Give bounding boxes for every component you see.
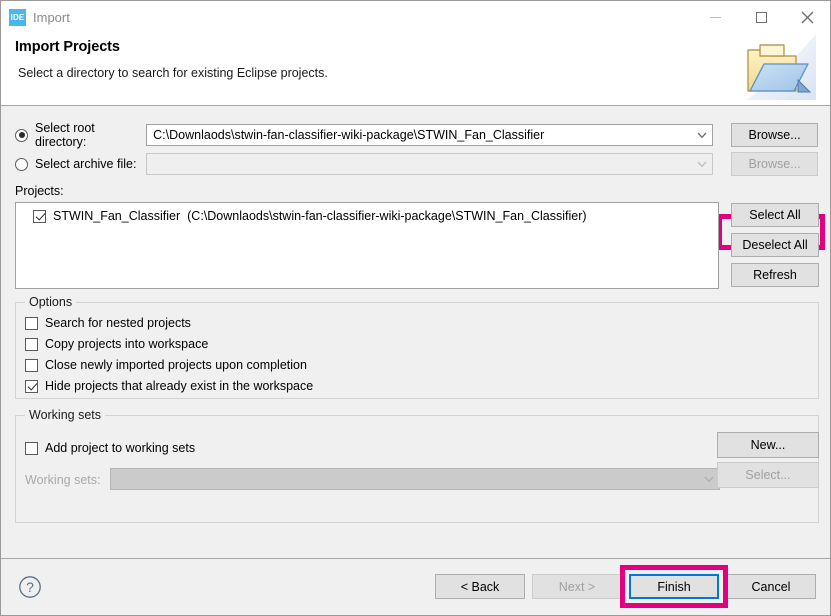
import-folder-icon <box>746 34 816 100</box>
dialog-body: Select root directory: C:\Downlaods\stwi… <box>1 106 830 558</box>
browse-button-archive: Browse... <box>731 152 819 176</box>
finish-button-wrapper: Finish <box>620 565 728 608</box>
chevron-down-icon-working-sets <box>699 476 719 483</box>
option-copy-workspace-label: Copy projects into workspace <box>45 337 209 351</box>
option-copy-workspace[interactable]: Copy projects into workspace <box>25 337 208 351</box>
import-projects-dialog: IDE Import Import Projects Select a dire… <box>0 0 831 616</box>
add-project-checkbox[interactable] <box>25 441 38 455</box>
chevron-down-icon <box>692 132 712 139</box>
close-icon <box>801 11 813 23</box>
deselect-all-button[interactable]: Deselect All <box>731 233 819 257</box>
option-search-nested[interactable]: Search for nested projects <box>25 316 191 330</box>
option-hide-existing-checkbox[interactable] <box>25 379 38 393</box>
root-directory-combo[interactable]: C:\Downlaods\stwin-fan-classifier-wiki-p… <box>146 124 714 146</box>
page-description: Select a directory to search for existin… <box>18 66 328 80</box>
maximize-icon <box>755 11 767 23</box>
option-copy-workspace-checkbox[interactable] <box>25 337 38 351</box>
minimize-icon <box>709 16 721 18</box>
new-working-set-button[interactable]: New... <box>717 432 819 458</box>
radio-unselected-icon <box>15 157 28 171</box>
working-sets-group-title: Working sets <box>25 408 106 422</box>
refresh-button[interactable]: Refresh <box>731 263 819 287</box>
back-button[interactable]: < Back <box>435 574 525 599</box>
project-checkbox[interactable] <box>33 209 46 223</box>
ide-logo-icon: IDE <box>9 8 26 26</box>
title-bar: IDE Import <box>1 1 830 33</box>
maximize-button[interactable] <box>738 1 784 33</box>
working-sets-group: Working sets Add project to working sets… <box>15 408 819 523</box>
footer-buttons: < Back Next > Finish Cancel <box>435 565 816 608</box>
radio-selected-icon <box>15 128 28 142</box>
close-button[interactable] <box>784 1 830 33</box>
option-close-imported-label: Close newly imported projects upon compl… <box>45 358 307 372</box>
archive-file-radio[interactable]: Select archive file: <box>15 157 146 171</box>
browse-button-root[interactable]: Browse... <box>731 123 819 147</box>
select-working-set-button: Select... <box>717 462 819 488</box>
root-directory-value: C:\Downlaods\stwin-fan-classifier-wiki-p… <box>153 128 545 142</box>
option-close-imported-checkbox[interactable] <box>25 358 38 372</box>
project-name: STWIN_Fan_Classifier <box>53 209 181 223</box>
table-row[interactable]: STWIN_Fan_Classifier (C:\Downlaods\stwin… <box>16 203 718 223</box>
dialog-footer: ? < Back Next > Finish Cancel <box>1 559 830 615</box>
projects-label: Projects: <box>15 184 64 198</box>
page-title: Import Projects <box>15 39 120 55</box>
title-bar-left: IDE Import <box>1 8 70 26</box>
archive-file-row: Select archive file: Browse... <box>15 152 819 176</box>
svg-text:?: ? <box>26 579 34 595</box>
minimize-button[interactable] <box>692 1 738 33</box>
add-project-label: Add project to working sets <box>45 441 196 455</box>
chevron-down-icon-disabled <box>692 161 712 168</box>
option-hide-existing[interactable]: Hide projects that already exist in the … <box>25 379 313 393</box>
project-path: (C:\Downlaods\stwin-fan-classifier-wiki-… <box>187 209 587 223</box>
projects-list[interactable]: STWIN_Fan_Classifier (C:\Downlaods\stwin… <box>15 202 719 289</box>
working-sets-combo-label: Working sets: <box>25 473 101 487</box>
working-sets-combo <box>110 468 720 490</box>
root-directory-radio-label: Select root directory: <box>35 121 95 149</box>
wizard-header: Import Projects Select a directory to se… <box>1 33 830 105</box>
option-search-nested-checkbox[interactable] <box>25 316 38 330</box>
select-all-button[interactable]: Select All <box>731 203 819 227</box>
option-search-nested-label: Search for nested projects <box>45 316 191 330</box>
help-question-icon[interactable]: ? <box>18 575 42 599</box>
window-title: Import <box>33 9 70 25</box>
root-directory-row: Select root directory: C:\Downlaods\stwi… <box>15 121 819 149</box>
option-hide-existing-label: Hide projects that already exist in the … <box>45 379 314 393</box>
next-button: Next > <box>532 574 622 599</box>
add-project-to-working-sets[interactable]: Add project to working sets <box>25 441 195 455</box>
root-directory-radio[interactable]: Select root directory: <box>15 121 146 149</box>
option-close-imported[interactable]: Close newly imported projects upon compl… <box>25 358 307 372</box>
options-group-title: Options <box>25 295 77 309</box>
options-group: Options Search for nested projects Copy … <box>15 295 819 399</box>
finish-button[interactable]: Finish <box>629 574 719 599</box>
cancel-button[interactable]: Cancel <box>726 574 816 599</box>
archive-file-combo <box>146 153 714 175</box>
window-controls <box>692 1 830 33</box>
archive-file-radio-label: Select archive file: <box>35 157 137 171</box>
